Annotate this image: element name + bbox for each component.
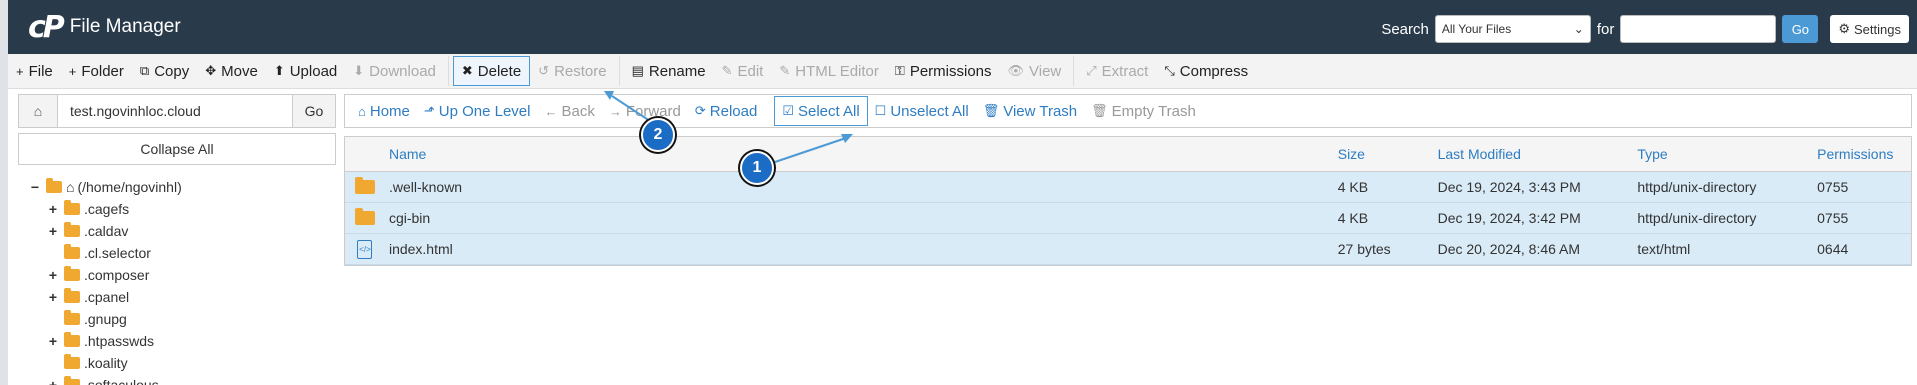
file-manager-window: cP File Manager Search All Your Files ⌄ … (8, 0, 1917, 385)
annotation-arrows (604, 91, 853, 163)
arrow-line-1 (774, 137, 847, 163)
callout-step-2: 2 (641, 118, 675, 152)
arrow-line-2 (611, 95, 654, 124)
callout-step-1: 1 (740, 151, 774, 185)
